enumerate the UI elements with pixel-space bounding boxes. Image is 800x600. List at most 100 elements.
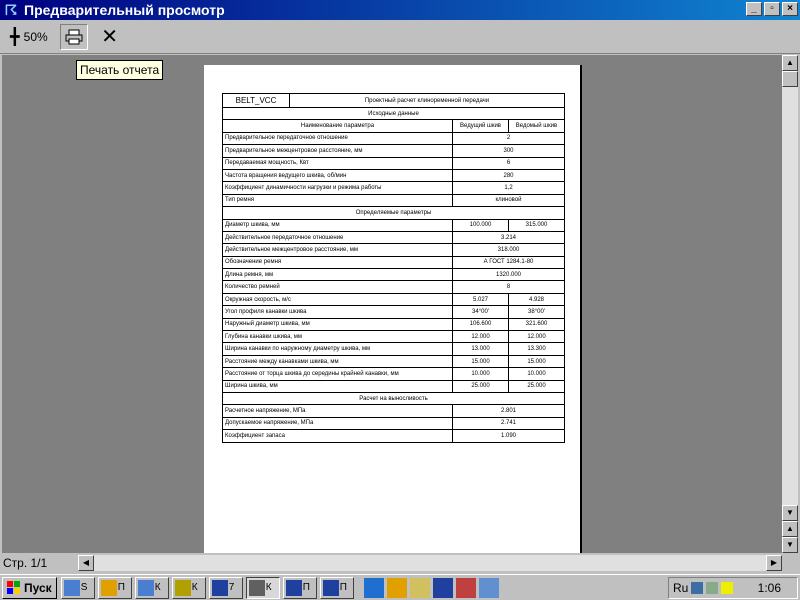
taskbar-button[interactable]: 7 bbox=[208, 576, 243, 599]
minimize-button[interactable]: _ bbox=[746, 2, 762, 16]
zoom-button[interactable]: ╋ 50% bbox=[6, 24, 52, 50]
parameter-label: Угол профиля канавки шкива bbox=[222, 305, 453, 319]
driven-pulley-value: 315.000 bbox=[508, 218, 565, 232]
start-label: Пуск bbox=[24, 580, 52, 595]
taskbar-button-label: S bbox=[80, 582, 88, 593]
parameter-value: клиновой bbox=[452, 193, 565, 208]
driven-pulley-value: 25.000 bbox=[508, 379, 565, 394]
word-icon bbox=[285, 579, 302, 596]
taskbar-button[interactable]: К bbox=[171, 576, 206, 599]
paint-icon[interactable] bbox=[455, 577, 476, 598]
parameter-label: Действительное передаточное отношение bbox=[222, 230, 453, 245]
close-preview-button[interactable]: ✕ bbox=[96, 24, 124, 50]
parameter-value: 2 bbox=[452, 131, 565, 146]
volume-icon[interactable] bbox=[721, 582, 734, 594]
system-tray: Ru 1:06 bbox=[668, 577, 798, 599]
parameter-label: Тип ремня bbox=[222, 193, 453, 208]
parameter-value: 8 bbox=[452, 280, 565, 294]
word-icon bbox=[211, 579, 228, 596]
column-header: Наименование параметра bbox=[222, 119, 453, 133]
parameter-label: Количество ремней bbox=[222, 280, 453, 294]
maximize-button[interactable]: ▫ bbox=[764, 2, 780, 16]
zoom-label: 50% bbox=[23, 29, 48, 44]
parameter-label: Обозначение ремня bbox=[222, 255, 453, 270]
explorer-icon bbox=[137, 579, 154, 596]
player-icon bbox=[100, 579, 117, 596]
driving-pulley-value: 100.000 bbox=[452, 218, 509, 232]
parameter-label: Расстояние между канавками шкива, мм bbox=[222, 354, 453, 369]
word-icon[interactable] bbox=[432, 577, 453, 598]
taskbar-button[interactable]: К bbox=[134, 576, 169, 599]
start-button[interactable]: Пуск bbox=[2, 576, 57, 599]
page-up-button[interactable]: ▲ bbox=[782, 521, 798, 537]
parameter-label: Частота вращения ведущего шкива, об/мин bbox=[222, 168, 453, 183]
parameter-value: 6 bbox=[452, 156, 565, 170]
scroll-thumb[interactable] bbox=[782, 71, 798, 87]
taskbar-button[interactable]: S bbox=[60, 576, 95, 599]
toolbar: ╋ 50% ✕ bbox=[0, 20, 800, 54]
driving-pulley-value: 25.000 bbox=[452, 379, 509, 394]
driving-pulley-value: 12.000 bbox=[452, 330, 509, 344]
player-icon[interactable] bbox=[386, 577, 407, 598]
taskbar-button-label: П bbox=[339, 582, 347, 593]
parameter-label: Коэффициент динамичности нагрузки и режи… bbox=[222, 181, 453, 195]
tool-icon bbox=[174, 579, 191, 596]
driven-pulley-value: 4.928 bbox=[508, 292, 565, 307]
driving-pulley-value: 10.000 bbox=[452, 367, 509, 381]
search-icon[interactable] bbox=[478, 577, 499, 598]
scroll-left-button[interactable]: ◀ bbox=[78, 555, 94, 571]
taskbar-button-label: П bbox=[302, 582, 310, 593]
parameter-label: Действительное межцентровое расстояние, … bbox=[222, 243, 453, 257]
network-icon[interactable] bbox=[706, 582, 719, 594]
parameter-value: 3.214 bbox=[452, 230, 565, 245]
column-header: Ведущий шкив bbox=[452, 119, 509, 133]
taskbar-button[interactable]: П bbox=[319, 576, 354, 599]
monitor-icon[interactable] bbox=[691, 582, 704, 594]
section-title: Исходные данные bbox=[222, 106, 565, 121]
parameter-label: Расстояние от торца шкива до середины кр… bbox=[222, 367, 453, 381]
report-code: BELT_VCC bbox=[222, 93, 290, 108]
parameter-value: 318.000 bbox=[452, 243, 565, 257]
close-icon: ✕ bbox=[101, 26, 119, 48]
taskbar-button-label: П bbox=[117, 582, 125, 593]
driven-pulley-value: 12.000 bbox=[508, 330, 565, 344]
close-button[interactable]: × bbox=[782, 2, 798, 16]
parameter-value: А ГОСТ 1284.1-80 bbox=[452, 255, 565, 270]
parameter-label: Ширина шкива, мм bbox=[222, 379, 453, 394]
scroll-right-button[interactable]: ▶ bbox=[766, 555, 782, 571]
parameter-value: 1.090 bbox=[452, 429, 565, 443]
taskbar-button[interactable]: П bbox=[282, 576, 317, 599]
driving-pulley-value: 15.000 bbox=[452, 354, 509, 369]
taskbar-button-label: К bbox=[154, 582, 161, 593]
explorer-icon bbox=[63, 579, 80, 596]
parameter-value: 280 bbox=[452, 168, 565, 183]
driving-pulley-value: 5.027 bbox=[452, 292, 509, 307]
vertical-scrollbar[interactable]: ▲ ▼ ▲ ▼ bbox=[782, 55, 798, 553]
preview-app-icon: ☈ bbox=[4, 1, 18, 18]
column-header: Ведомый шкив bbox=[508, 119, 565, 133]
language-indicator[interactable]: Ru bbox=[673, 581, 688, 595]
section-title: Определяемые параметры bbox=[222, 206, 565, 220]
window-title: Предварительный просмотр bbox=[24, 2, 225, 18]
taskbar-button[interactable]: П bbox=[97, 576, 132, 599]
parameter-label: Диаметр шкива, мм bbox=[222, 218, 453, 232]
scroll-up-button[interactable]: ▲ bbox=[782, 55, 798, 71]
print-button[interactable] bbox=[59, 23, 88, 50]
driving-pulley-value: 106.600 bbox=[452, 317, 509, 332]
print-tooltip: Печать отчета bbox=[76, 60, 164, 80]
parameter-value: 300 bbox=[452, 144, 565, 158]
page-down-button[interactable]: ▼ bbox=[782, 537, 798, 553]
parameter-value: 1320.000 bbox=[452, 268, 565, 282]
taskbar-button[interactable]: К bbox=[245, 576, 280, 599]
ie-icon[interactable] bbox=[363, 577, 384, 598]
scroll-down-button[interactable]: ▼ bbox=[782, 505, 798, 521]
driving-pulley-value: 13.000 bbox=[452, 342, 509, 356]
horizontal-scrollbar[interactable]: ◀ ▶ bbox=[78, 555, 782, 571]
taskbar: Пуск S П К К 7 К П П Ru 1:06 bbox=[0, 574, 800, 600]
section-title: Расчет на выносливость bbox=[222, 391, 565, 406]
parameter-label: Предварительное межцентровое расстояние,… bbox=[222, 144, 453, 158]
gear-icon bbox=[248, 579, 265, 596]
notepad-icon[interactable] bbox=[409, 577, 430, 598]
driven-pulley-value: 38°00' bbox=[508, 305, 565, 319]
taskbar-button-label: К bbox=[191, 582, 198, 593]
